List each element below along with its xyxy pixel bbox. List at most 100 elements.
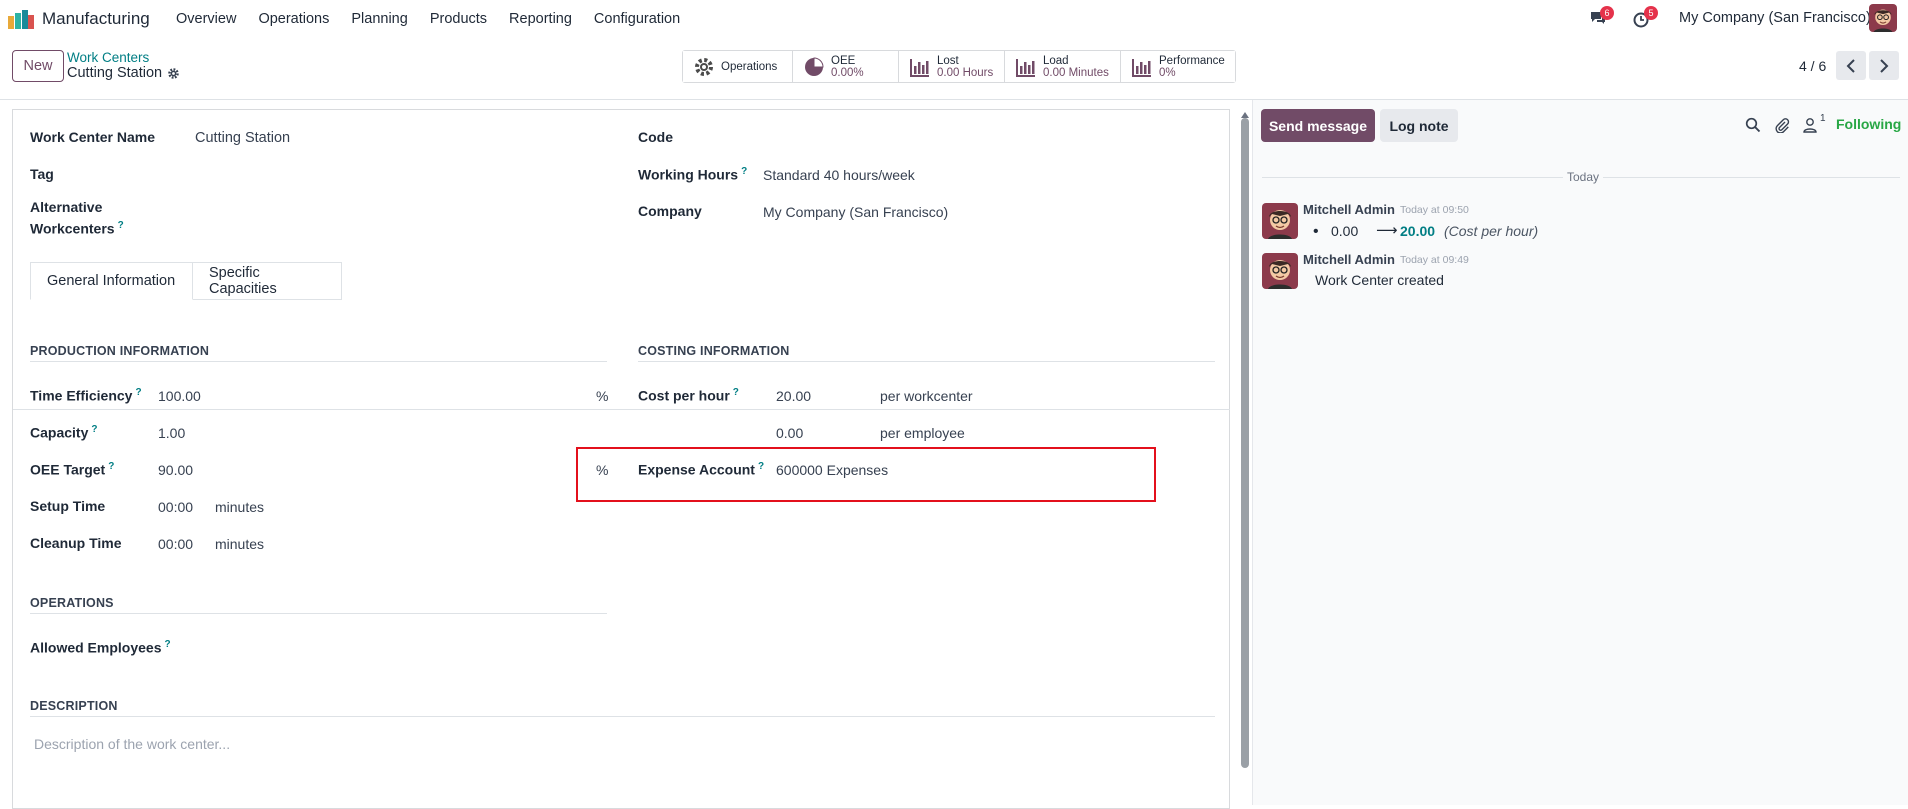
stat-load-label: Load: [1043, 54, 1069, 67]
new-button[interactable]: New: [12, 50, 64, 82]
message-avatar[interactable]: [1262, 253, 1298, 289]
stat-lost[interactable]: Lost 0.00 Hours: [899, 51, 1005, 82]
pager-previous-button[interactable]: [1836, 51, 1866, 80]
operations-section-title: OPERATIONS: [30, 596, 114, 610]
user-avatar[interactable]: [1869, 4, 1897, 32]
user-avatar-icon: [1262, 253, 1298, 289]
activities-badge: 5: [1644, 6, 1658, 20]
help-icon[interactable]: ?: [91, 424, 97, 435]
pie-chart-icon: [805, 56, 824, 76]
menu-operations[interactable]: Operations: [258, 11, 329, 27]
message-time: Today at 09:49: [1400, 254, 1469, 266]
pager-next-button[interactable]: [1869, 51, 1899, 80]
menu-products[interactable]: Products: [430, 11, 487, 27]
oee-target-field[interactable]: 90.00: [158, 462, 193, 478]
tracking-bullet: •: [1313, 223, 1319, 240]
smart-buttons: Operations OEE 0.00% Lost 0.00 Hours Load 0…: [682, 50, 1236, 83]
help-icon[interactable]: ?: [135, 387, 141, 398]
user-avatar-icon: [1869, 4, 1897, 32]
oee-target-label: OEE Target?: [30, 461, 114, 478]
section-rule: [30, 361, 607, 362]
stat-performance[interactable]: Performance 0%: [1121, 51, 1235, 82]
tag-label: Tag: [30, 166, 54, 182]
alternative-label-line2: Workcenters: [30, 220, 115, 237]
message-author[interactable]: Mitchell Admin: [1303, 252, 1395, 267]
top-navbar: Manufacturing Overview Operations Planni…: [0, 0, 1908, 38]
time-efficiency-unit: %: [596, 388, 609, 404]
followers-count: 1: [1820, 113, 1826, 124]
menu-overview[interactable]: Overview: [176, 11, 236, 27]
manufacturing-app-icon[interactable]: [8, 9, 34, 29]
pager-value[interactable]: 4 / 6: [1799, 58, 1826, 74]
cleanup-time-field[interactable]: 00:00: [158, 536, 193, 552]
setup-time-field[interactable]: 00:00: [158, 499, 193, 515]
time-efficiency-field[interactable]: 100.00: [158, 388, 201, 404]
help-icon[interactable]: ?: [741, 166, 747, 177]
paperclip-icon[interactable]: [1774, 117, 1790, 133]
message-time: Today at 09:50: [1400, 204, 1469, 216]
log-note-button[interactable]: Log note: [1380, 109, 1458, 142]
working-hours-label-text: Working Hours: [638, 166, 739, 183]
company-field[interactable]: My Company (San Francisco): [763, 204, 948, 220]
help-icon[interactable]: ?: [164, 639, 170, 650]
cost-per-employee-unit: per employee: [880, 425, 965, 441]
message-avatar[interactable]: [1262, 203, 1298, 239]
search-icon[interactable]: [1745, 117, 1761, 133]
tab-general-information[interactable]: General Information: [30, 262, 193, 300]
time-efficiency-label-text: Time Efficiency: [30, 387, 133, 404]
stat-load[interactable]: Load 0.00 Minutes: [1005, 51, 1121, 82]
tab-specific-capacities[interactable]: Specific Capacities: [192, 262, 342, 300]
work-center-name-field[interactable]: Cutting Station: [195, 130, 290, 146]
chevron-left-icon: [1846, 58, 1855, 73]
help-icon[interactable]: ?: [733, 387, 739, 398]
activities-button[interactable]: 5: [1633, 6, 1658, 28]
messages-button[interactable]: 6: [1589, 6, 1614, 28]
capacity-field[interactable]: 1.00: [158, 425, 185, 441]
send-message-button[interactable]: Send message: [1261, 109, 1375, 142]
stat-operations-label: Operations: [721, 60, 778, 73]
cost-per-employee-field[interactable]: 0.00: [776, 425, 803, 441]
help-icon[interactable]: ?: [118, 220, 124, 231]
code-label: Code: [638, 129, 673, 145]
time-efficiency-label: Time Efficiency?: [30, 387, 142, 404]
company-switcher[interactable]: My Company (San Francisco): [1679, 10, 1871, 26]
stat-operations[interactable]: Operations: [683, 51, 793, 82]
working-hours-field[interactable]: Standard 40 hours/week: [763, 167, 915, 183]
stat-lost-label: Lost: [937, 54, 959, 67]
bar-chart-icon: [910, 58, 929, 77]
stat-oee-label: OEE: [831, 54, 856, 67]
message-author[interactable]: Mitchell Admin: [1303, 202, 1395, 217]
alternative-label-line1: Alternative: [30, 199, 103, 215]
cost-per-hour-label-text: Cost per hour: [638, 387, 730, 404]
tracking-old-value: 0.00: [1331, 223, 1359, 239]
menu-planning[interactable]: Planning: [351, 11, 407, 27]
following-button[interactable]: Following: [1836, 116, 1901, 132]
stat-oee[interactable]: OEE 0.00%: [793, 51, 899, 82]
follower-icon[interactable]: [1802, 117, 1818, 133]
cost-per-hour-field[interactable]: 20.00: [776, 388, 811, 404]
gear-icon[interactable]: [167, 67, 180, 80]
capacity-label: Capacity?: [30, 424, 97, 441]
description-field[interactable]: Description of the work center...: [34, 736, 230, 752]
stat-performance-value: 0%: [1159, 66, 1176, 79]
menu-configuration[interactable]: Configuration: [594, 11, 680, 27]
section-rule: [30, 716, 1215, 717]
user-avatar-icon: [1262, 203, 1298, 239]
bar-chart-icon: [1132, 58, 1151, 77]
allowed-employees-label-text: Allowed Employees: [30, 639, 162, 656]
cleanup-time-unit: minutes: [215, 536, 265, 552]
app-name[interactable]: Manufacturing: [42, 9, 150, 29]
help-icon[interactable]: ?: [108, 461, 114, 472]
costing-section-title: COSTING INFORMATION: [638, 344, 790, 358]
work-center-name-label: Work Center Name: [30, 129, 156, 145]
cleanup-time-label: Cleanup Time: [30, 535, 122, 551]
breadcrumb-work-centers[interactable]: Work Centers: [67, 50, 149, 65]
production-section-title: PRODUCTION INFORMATION: [30, 344, 210, 358]
company-label: Company: [638, 203, 702, 219]
section-rule: [30, 613, 607, 614]
menu-reporting[interactable]: Reporting: [509, 11, 572, 27]
stat-oee-value: 0.00%: [831, 66, 864, 79]
message-body: Work Center created: [1315, 272, 1444, 288]
setup-time-unit: minutes: [215, 499, 265, 515]
scrollbar-thumb[interactable]: [1241, 118, 1249, 768]
